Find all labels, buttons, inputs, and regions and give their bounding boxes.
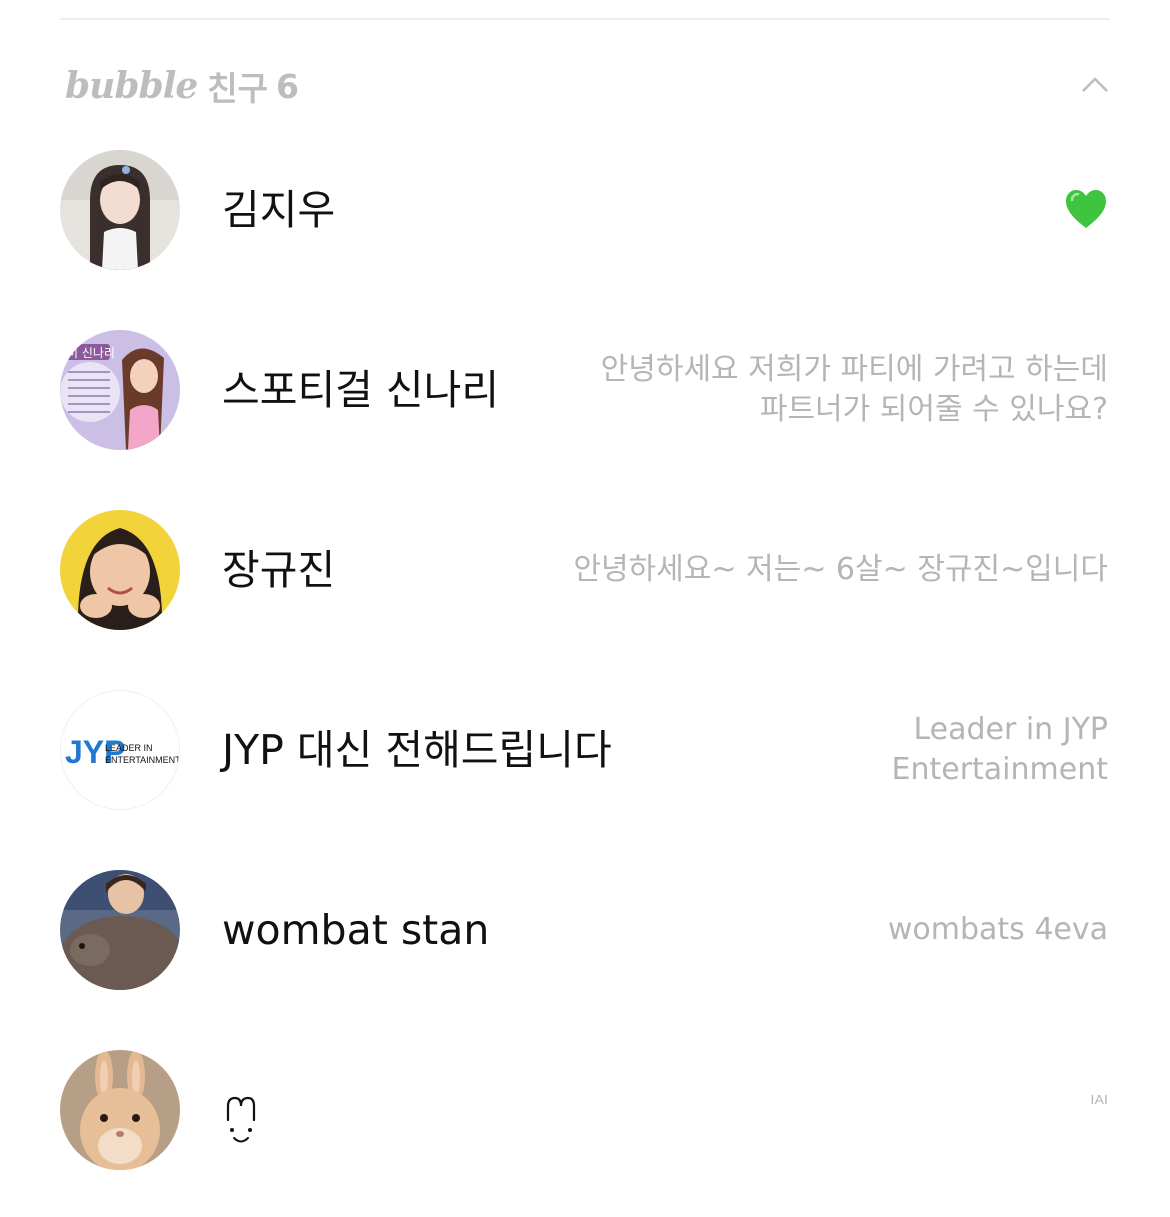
section-label: 친구 — [207, 69, 269, 108]
status-message: wombats 4eva — [888, 870, 1108, 990]
status-message: ᴵᴬᴵ — [1090, 1092, 1108, 1117]
status-line: Entertainment — [891, 752, 1108, 787]
avatar — [60, 1050, 180, 1170]
section-header[interactable]: bubble 친구 6 — [65, 58, 1110, 114]
status-line: 안녕하세요 저희가 파티에 가려고 하는데 — [600, 352, 1108, 387]
friend-row[interactable]: 김지우 — [0, 150, 1170, 270]
friend-row[interactable]: ᴵᴬᴵ — [0, 1050, 1170, 1170]
status-line: 안녕하세요~ 저는~ 6살~ 장규진~입니다 — [573, 552, 1108, 587]
avatar: 미 신나리 — [60, 330, 180, 450]
friend-name: 스포티걸 신나리 — [222, 366, 500, 414]
status-message: 안녕하세요~ 저는~ 6살~ 장규진~입니다 — [573, 510, 1108, 630]
friend-name: wombat stan — [222, 906, 490, 954]
friend-name: 장규진 — [222, 546, 336, 594]
friend-row[interactable]: wombat stan wombats 4eva — [0, 870, 1170, 990]
friend-name: 김지우 — [222, 186, 336, 234]
friend-row[interactable]: 장규진 안녕하세요~ 저는~ 6살~ 장규진~입니다 — [0, 510, 1170, 630]
bubble-brand-label: bubble — [65, 65, 198, 107]
avatar — [60, 150, 180, 270]
smiley-scribble-icon — [226, 1096, 256, 1143]
avatar: JYP LEADER IN ENTERTAINMENT — [60, 690, 180, 810]
status-line: Leader in JYP — [913, 712, 1108, 747]
friend-row[interactable]: JYP LEADER IN ENTERTAINMENT JYP 대신 전해드립니… — [0, 690, 1170, 810]
avatar — [60, 870, 180, 990]
avatar-logo-text: LEADER IN — [105, 743, 153, 753]
status-message: Leader in JYP Entertainment — [892, 690, 1108, 810]
status-line: wombats 4eva — [887, 912, 1108, 947]
avatar-logo-text: ENTERTAINMENT — [105, 755, 179, 765]
status-line: 파트너가 되어줄 수 있나요? — [759, 392, 1108, 427]
section-count: 6 — [276, 66, 299, 106]
friend-name: JYP 대신 전해드립니다 — [222, 726, 612, 774]
green-heart-icon — [1066, 190, 1106, 228]
avatar-logo-text: 미 신나리 — [67, 346, 115, 360]
status-message: 안녕하세요 저희가 파티에 가려고 하는데 파트너가 되어줄 수 있나요? — [601, 330, 1108, 450]
chevron-up-icon[interactable] — [1080, 70, 1110, 100]
friend-row[interactable]: 미 신나리 스포티걸 신나리 안녕하세요 저희가 파티에 가려고 하는데 파트너… — [0, 330, 1170, 450]
top-divider — [60, 18, 1110, 20]
avatar — [60, 510, 180, 630]
